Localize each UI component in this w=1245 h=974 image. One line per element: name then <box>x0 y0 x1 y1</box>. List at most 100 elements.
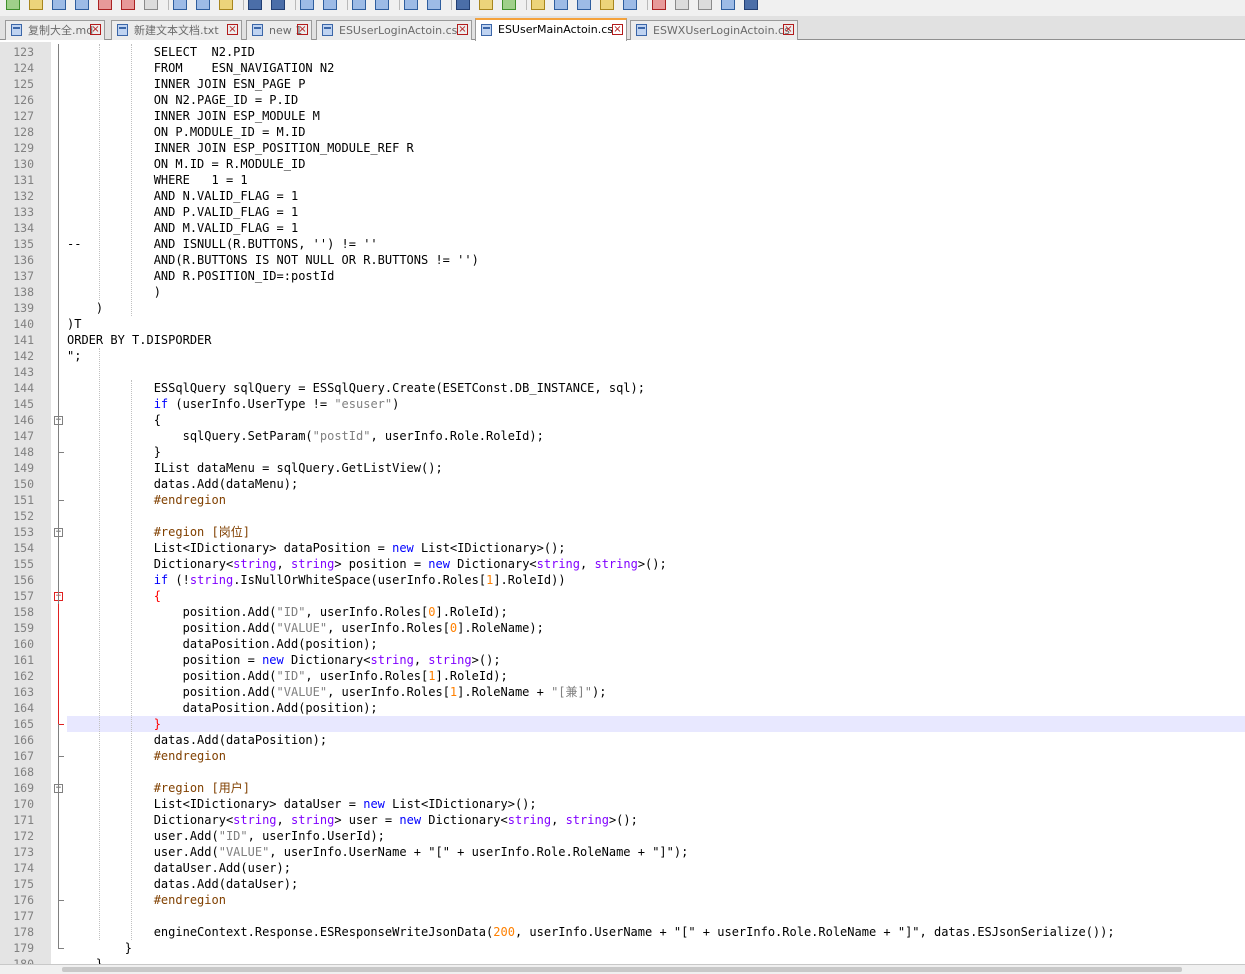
sync-h-icon[interactable] <box>427 0 441 10</box>
code-line[interactable]: 134 AND M.VALID_FLAG = 1 <box>0 220 1245 236</box>
save-all-icon[interactable] <box>75 0 89 10</box>
tab-close-icon[interactable]: × <box>457 24 468 35</box>
code-line[interactable]: 175 datas.Add(dataUser); <box>0 876 1245 892</box>
run-macro-icon[interactable] <box>721 0 735 10</box>
code-line[interactable]: 167 #endregion <box>0 748 1245 764</box>
code-line[interactable]: 155 Dictionary<string, string> position … <box>0 556 1245 572</box>
code-line[interactable]: 160 dataPosition.Add(position); <box>0 636 1245 652</box>
indent-guide-icon[interactable] <box>502 0 516 10</box>
code-line[interactable]: 123 SELECT N2.PID <box>0 44 1245 60</box>
code-line[interactable]: 157− { <box>0 588 1245 604</box>
tab-close-icon[interactable]: × <box>783 24 794 35</box>
code-line[interactable]: 148 } <box>0 444 1245 460</box>
paste-icon[interactable] <box>219 0 233 10</box>
print-icon[interactable] <box>144 0 158 10</box>
folder-workspace-icon[interactable] <box>600 0 614 10</box>
code-line[interactable]: 173 user.Add("VALUE", userInfo.UserName … <box>0 844 1245 860</box>
code-line[interactable]: 127 INNER JOIN ESP_MODULE M <box>0 108 1245 124</box>
code-line[interactable]: 158 position.Add("ID", userInfo.Roles[0]… <box>0 604 1245 620</box>
monitor-icon[interactable] <box>623 0 637 10</box>
udl-icon[interactable] <box>531 0 545 10</box>
tab-3[interactable]: new 1 × <box>246 20 312 40</box>
code-line[interactable]: 172 user.Add("ID", userInfo.UserId); <box>0 828 1245 844</box>
code-line[interactable]: 166 datas.Add(dataPosition); <box>0 732 1245 748</box>
code-line[interactable]: 133 AND P.VALID_FLAG = 1 <box>0 204 1245 220</box>
function-list-icon[interactable] <box>577 0 591 10</box>
code-line[interactable]: 178 engineContext.Response.ESResponseWri… <box>0 924 1245 940</box>
tab-close-icon[interactable]: × <box>612 24 623 35</box>
sync-v-icon[interactable] <box>404 0 418 10</box>
tab-close-icon[interactable]: × <box>90 24 101 35</box>
code-line[interactable]: 143 <box>0 364 1245 380</box>
copy-icon[interactable] <box>196 0 210 10</box>
tab-6[interactable]: ESWXUserLoginActoin.cs × <box>630 20 798 40</box>
cut-icon[interactable] <box>173 0 187 10</box>
code-line[interactable]: 159 position.Add("VALUE", userInfo.Roles… <box>0 620 1245 636</box>
code-line[interactable]: 140)T <box>0 316 1245 332</box>
word-wrap-icon[interactable] <box>456 0 470 10</box>
code-line[interactable]: 124 FROM ESN_NAVIGATION N2 <box>0 60 1245 76</box>
stop-macro-icon[interactable] <box>675 0 689 10</box>
code-line[interactable]: 161 position = new Dictionary<string, st… <box>0 652 1245 668</box>
play-macro-icon[interactable] <box>698 0 712 10</box>
code-line[interactable]: 145 if (userInfo.UserType != "esuser") <box>0 396 1245 412</box>
code-line[interactable]: 142 "; <box>0 348 1245 364</box>
undo-icon[interactable] <box>248 0 262 10</box>
tab-close-icon[interactable]: × <box>227 24 238 35</box>
tab-5[interactable]: ESUserMainActoin.cs × <box>475 18 627 41</box>
code-line[interactable]: 126 ON N2.PAGE_ID = P.ID <box>0 92 1245 108</box>
close-icon[interactable] <box>98 0 112 10</box>
save-icon[interactable] <box>52 0 66 10</box>
code-line[interactable]: 147 sqlQuery.SetParam("postId", userInfo… <box>0 428 1245 444</box>
code-line[interactable]: 179 } <box>0 940 1245 956</box>
code-line[interactable]: 125 INNER JOIN ESN_PAGE P <box>0 76 1245 92</box>
open-file-icon[interactable] <box>29 0 43 10</box>
code-line[interactable]: 136 AND(R.BUTTONS IS NOT NULL OR R.BUTTO… <box>0 252 1245 268</box>
tab-1[interactable]: 复制大全.md × <box>5 20 105 40</box>
zoom-in-icon[interactable] <box>352 0 366 10</box>
new-file-icon[interactable] <box>6 0 20 10</box>
save-macro-icon[interactable] <box>744 0 758 10</box>
code-line[interactable]: 174 dataUser.Add(user); <box>0 860 1245 876</box>
code-line[interactable]: 171 Dictionary<string, string> user = ne… <box>0 812 1245 828</box>
code-line[interactable]: 139 ) <box>0 300 1245 316</box>
code-line[interactable]: 163 position.Add("VALUE", userInfo.Roles… <box>0 684 1245 700</box>
tab-4[interactable]: ESUserLoginActoin.cs × <box>316 20 472 40</box>
redo-icon[interactable] <box>271 0 285 10</box>
code-line[interactable]: 165 } <box>0 716 1245 732</box>
horizontal-scrollbar[interactable] <box>0 964 1245 974</box>
code-line[interactable]: 129 INNER JOIN ESP_POSITION_MODULE_REF R <box>0 140 1245 156</box>
code-line[interactable]: 162 position.Add("ID", userInfo.Roles[1]… <box>0 668 1245 684</box>
scrollbar-thumb[interactable] <box>62 967 1182 972</box>
tab-close-icon[interactable]: × <box>297 24 308 35</box>
code-line[interactable]: 153− #region [岗位] <box>0 524 1245 540</box>
doc-map-icon[interactable] <box>554 0 568 10</box>
tab-2[interactable]: 新建文本文档.txt × <box>111 20 242 40</box>
code-line[interactable]: 151 #endregion <box>0 492 1245 508</box>
code-editor[interactable]: 123 SELECT N2.PID 124 FROM ESN_NAVIGATION… <box>0 42 1245 964</box>
code-line[interactable]: 137 AND R.POSITION_ID=:postId <box>0 268 1245 284</box>
replace-icon[interactable] <box>323 0 337 10</box>
close-all-icon[interactable] <box>121 0 135 10</box>
all-chars-icon[interactable] <box>479 0 493 10</box>
code-line[interactable]: 128 ON P.MODULE_ID = M.ID <box>0 124 1245 140</box>
code-line[interactable]: 177 <box>0 908 1245 924</box>
code-line[interactable]: 130 ON M.ID = R.MODULE_ID <box>0 156 1245 172</box>
code-line[interactable]: 168 <box>0 764 1245 780</box>
code-line[interactable]: 164 dataPosition.Add(position); <box>0 700 1245 716</box>
code-line[interactable]: 154 List<IDictionary> dataPosition = new… <box>0 540 1245 556</box>
code-line[interactable]: 156 if (!string.IsNullOrWhiteSpace(userI… <box>0 572 1245 588</box>
code-line[interactable]: 141 ORDER BY T.DISPORDER <box>0 332 1245 348</box>
zoom-out-icon[interactable] <box>375 0 389 10</box>
code-line[interactable]: 149 IList dataMenu = sqlQuery.GetListVie… <box>0 460 1245 476</box>
code-line[interactable]: 131 WHERE 1 = 1 <box>0 172 1245 188</box>
code-line[interactable]: 169− #region [用户] <box>0 780 1245 796</box>
find-icon[interactable] <box>300 0 314 10</box>
code-line[interactable]: 180 } <box>0 956 1245 964</box>
record-macro-icon[interactable] <box>652 0 666 10</box>
code-line[interactable]: 132 AND N.VALID_FLAG = 1 <box>0 188 1245 204</box>
code-line[interactable]: 135 -- AND ISNULL(R.BUTTONS, '') != '' <box>0 236 1245 252</box>
code-line[interactable]: 152 <box>0 508 1245 524</box>
code-line[interactable]: 138 ) <box>0 284 1245 300</box>
code-line[interactable]: 150 datas.Add(dataMenu); <box>0 476 1245 492</box>
